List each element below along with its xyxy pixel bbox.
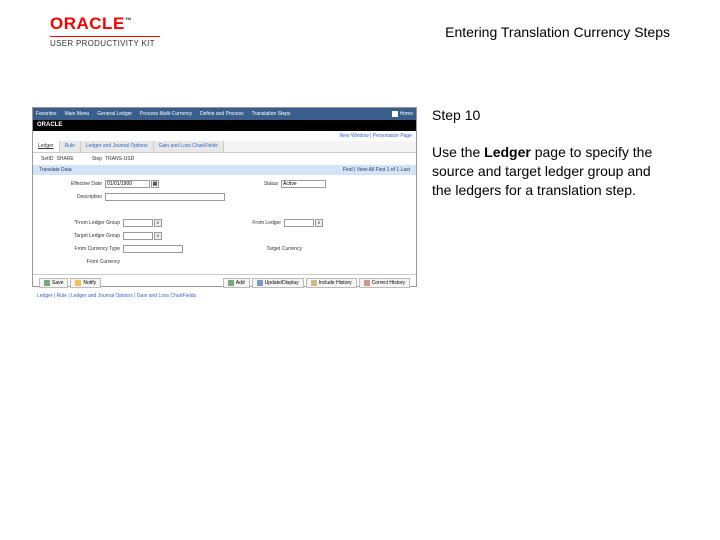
home-icon: [392, 111, 398, 117]
application-screenshot: Favorites Main Menu General Ledger Proce…: [32, 107, 417, 287]
from-ledger-label: From Ledger: [222, 220, 284, 226]
from-currency-type-label: From Currency Type: [43, 246, 123, 252]
calendar-icon[interactable]: ▦: [151, 180, 159, 188]
from-currency-type-field[interactable]: [123, 245, 183, 253]
target-ledger-group-label: Target Ledger Group: [43, 233, 123, 239]
step-value: TRANS-USD: [105, 156, 134, 162]
brand-block: ORACLE™ USER PRODUCTIVITY KIT: [50, 14, 160, 48]
status-label: Status: [219, 181, 281, 187]
add-button[interactable]: Add: [223, 278, 250, 288]
nav-main-menu[interactable]: Main Menu: [65, 111, 90, 117]
step-instruction: Use the Ledger page to specify the sourc…: [432, 143, 672, 200]
setid-label: SetID: [41, 156, 54, 162]
section-header: Translate Data Find | View All First 1 o…: [33, 165, 416, 175]
step-label: Step: [92, 156, 102, 162]
footer-links[interactable]: Ledger | Rule | Ledger and Journal Optio…: [33, 291, 416, 301]
save-icon: [44, 280, 50, 286]
section-nav[interactable]: Find | View All First 1 of 1 Last: [343, 167, 410, 173]
nav-general-ledger[interactable]: General Ledger: [97, 111, 132, 117]
button-bar: Save Notify Add Update/Display Include H…: [33, 274, 416, 291]
from-ledger-field[interactable]: [284, 219, 314, 227]
lookup-icon[interactable]: ⌕: [154, 232, 162, 240]
brand-subtitle: USER PRODUCTIVITY KIT: [50, 39, 160, 48]
step-number: Step 10: [432, 107, 672, 123]
lookup-icon[interactable]: ⌕: [154, 219, 162, 227]
from-currency-label: From Currency: [43, 259, 123, 265]
add-icon: [228, 280, 234, 286]
nav-favorites[interactable]: Favorites: [36, 111, 57, 117]
setid-value: SHARE: [57, 156, 74, 162]
form-area: Effective Date 01/01/1900 ▦ Status Activ…: [33, 175, 416, 274]
effdate-field[interactable]: 01/01/1900: [105, 180, 150, 188]
page-tabs: Ledger Rule Ledger and Journal Options G…: [33, 141, 416, 153]
correct-history-button[interactable]: Correct History: [359, 278, 410, 288]
info-row: SetID SHARE Step TRANS-USD: [33, 153, 416, 165]
sub-links[interactable]: New Window | Personalize Page: [33, 131, 416, 141]
update-icon: [257, 280, 263, 286]
brand-divider: [50, 36, 160, 37]
notify-icon: [75, 280, 81, 286]
tab-ledger[interactable]: Ledger: [33, 141, 60, 152]
target-ledger-group-field[interactable]: [123, 232, 153, 240]
notify-button[interactable]: Notify: [70, 278, 101, 288]
save-button[interactable]: Save: [39, 278, 68, 288]
description-field[interactable]: [105, 193, 225, 201]
history-icon: [311, 280, 317, 286]
tab-ledger-journal-options[interactable]: Ledger and Journal Options: [81, 141, 154, 152]
update-display-button[interactable]: Update/Display: [252, 278, 304, 288]
from-ledger-group-label: *From Ledger Group: [43, 220, 123, 226]
target-currency-label: Target Currency: [243, 246, 305, 252]
description-label: Description: [43, 194, 105, 200]
instruction-sidebar: Step 10 Use the Ledger page to specify t…: [432, 107, 672, 200]
tab-rule[interactable]: Rule: [60, 141, 81, 152]
nav-translation-steps[interactable]: Translation Steps: [252, 111, 291, 117]
include-history-button[interactable]: Include History: [306, 278, 357, 288]
app-brand-bar: ORACLE: [33, 120, 416, 131]
from-ledger-group-field[interactable]: [123, 219, 153, 227]
oracle-logo: ORACLE™: [50, 14, 160, 34]
status-field[interactable]: Active: [281, 180, 326, 188]
home-link[interactable]: Home: [392, 111, 413, 117]
effdate-label: Effective Date: [43, 181, 105, 187]
breadcrumb-bar: Favorites Main Menu General Ledger Proce…: [33, 108, 416, 120]
correct-icon: [364, 280, 370, 286]
tab-gain-loss-chartfields[interactable]: Gain and Loss ChartFields: [154, 141, 224, 152]
page-title: Entering Translation Currency Steps: [445, 24, 670, 40]
section-title: Translate Data: [39, 167, 72, 173]
nav-define-process[interactable]: Define and Process: [200, 111, 244, 117]
lookup-icon[interactable]: ⌕: [315, 219, 323, 227]
nav-process-multi-currency[interactable]: Process Multi-Currency: [140, 111, 192, 117]
